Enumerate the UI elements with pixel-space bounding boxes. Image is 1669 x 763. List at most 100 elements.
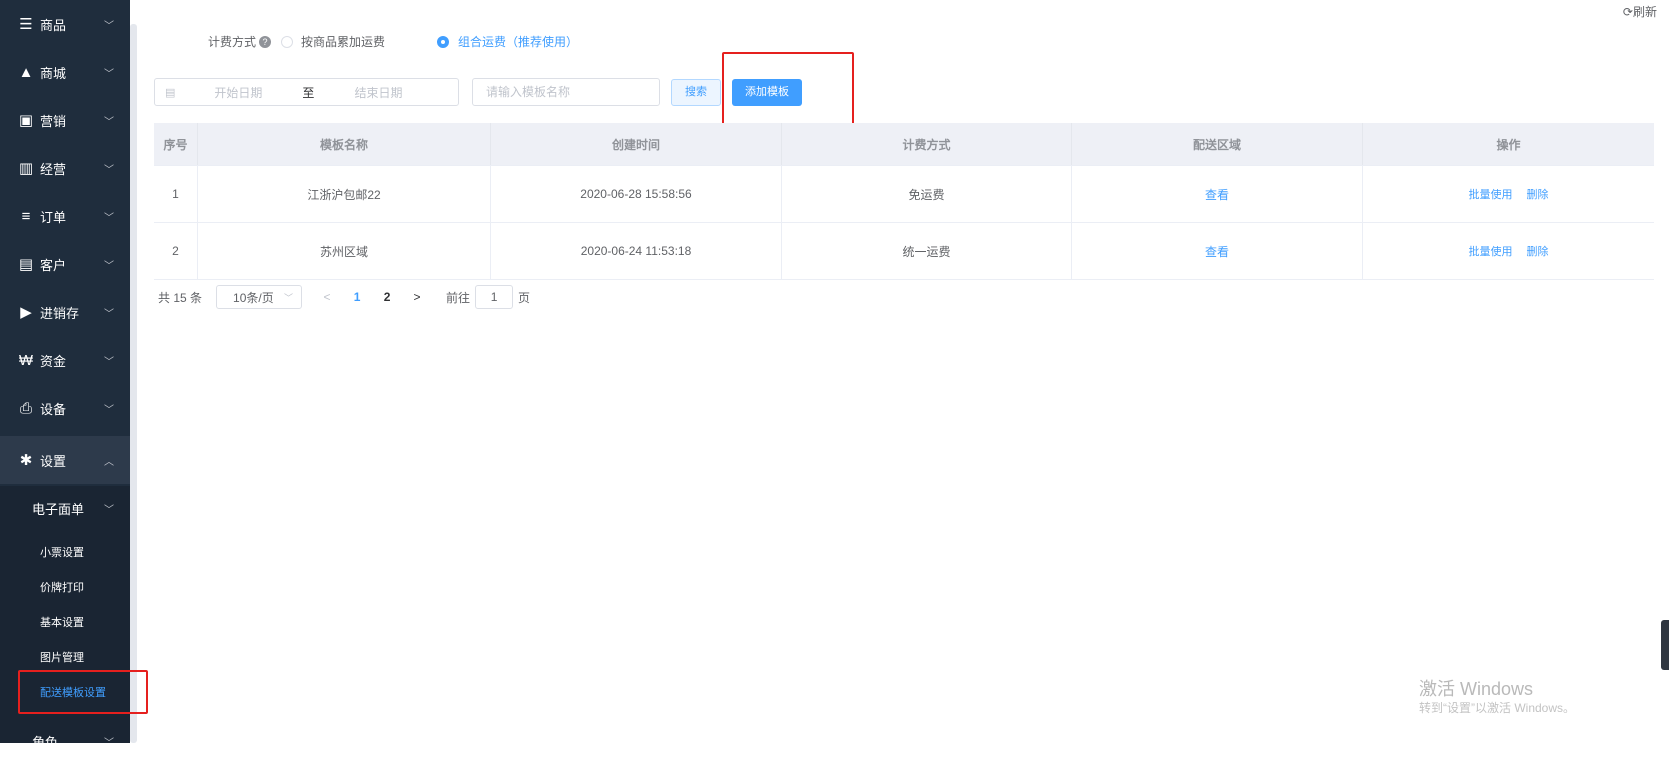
view-area-link[interactable]: 查看 [1205,186,1229,203]
batch-use-link[interactable]: 批量使用 [1469,186,1513,202]
start-date-input[interactable]: 开始日期 [214,84,262,101]
chevron-down-icon: ﹀ [104,308,114,320]
template-name-input[interactable] [472,78,660,106]
won-icon: ₩ [18,351,34,369]
actions-cell: 批量使用 删除 [1363,166,1654,222]
sidebar-item-label: 经营 [40,161,67,177]
sidebar-item-label: 设备 [40,401,67,417]
radio-combined-fee-label[interactable]: 组合运费（推荐使用） [458,33,578,50]
chevron-down-icon: ﹀ [104,68,114,80]
created-time: 2020-06-28 15:58:56 [491,166,782,222]
help-icon[interactable]: ? [259,35,272,48]
actions-cell: 批量使用 删除 [1363,223,1654,279]
goto-page-input[interactable] [475,285,514,309]
chevron-down-icon: ﹀ [104,737,114,749]
fee-mode: 统一运费 [782,223,1072,279]
sidebar-item-inventory[interactable]: ▶ 进销存 ﹀ [0,288,130,336]
chevron-down-icon: ﹀ [104,504,114,516]
submenu-item-basic-settings[interactable]: 基本设置 [40,614,84,630]
radio-accumulate-fee[interactable] [281,35,294,48]
submenu-item-image-management[interactable]: 图片管理 [40,649,84,665]
goto-label: 前往 [446,290,471,305]
id-card-icon: ▤ [18,256,34,273]
printer-icon: ⎙ [19,399,32,417]
submenu-group-label: 电子面单 [32,501,85,517]
chevron-down-icon: ﹀ [104,20,114,32]
sidebar-item-label: 营销 [40,113,67,129]
fee-mode-label: 计费方式 [208,35,257,49]
end-date-input[interactable]: 结束日期 [354,84,402,101]
chevron-down-icon: ﹀ [104,356,114,368]
date-range-picker[interactable]: ▤ 开始日期 至 结束日期 [154,78,459,106]
refresh-label: 刷新 [1632,5,1657,19]
sidebar-item-customers[interactable]: ▤ 客户 ﹀ [0,240,130,288]
table-header: 序号 模板名称 创建时间 计费方式 配送区域 操作 [154,123,1654,166]
sidebar-item-marketing[interactable]: ▣ 营销 ﹀ [0,96,130,144]
side-handle[interactable] [1661,620,1669,670]
sidebar-item-label: 资金 [40,353,67,369]
sidebar-item-settings[interactable]: ✱ 设置 ︿ [0,436,130,484]
column-header: 操作 [1496,137,1521,152]
prev-page-button[interactable]: < [312,290,342,304]
sidebar-item-funds[interactable]: ₩ 资金 ﹀ [0,336,130,384]
fee-mode: 免运费 [782,166,1072,222]
gear-icon: ✱ [19,452,33,469]
sidebar-item-label: 订单 [40,209,67,225]
gift-icon: ▣ [18,112,34,129]
submenu-item-receipt-settings[interactable]: 小票设置 [40,544,84,560]
template-name: 江浙沪包邮22 [198,166,491,222]
column-header: 创建时间 [491,123,782,165]
highlight-box-add-button [722,52,854,127]
sidebar-item-goods[interactable]: ☰ 商品 ﹀ [0,0,130,48]
windows-activation-hint: 转到“设置”以激活 Windows。 [1419,701,1576,715]
highlight-box-submenu [18,670,148,714]
template-name: 苏州区域 [198,223,491,279]
column-header: 配送区域 [1072,123,1363,165]
template-table: 序号 模板名称 创建时间 计费方式 配送区域 操作 1 江浙沪包邮22 2020… [154,123,1654,280]
search-button[interactable]: 搜索 [671,79,721,106]
page-size-select[interactable]: 10条/页 ﹀ [216,285,303,309]
sidebar-item-operations[interactable]: ▥ 经营 ﹀ [0,144,130,192]
date-range-separator: 至 [302,85,315,100]
refresh-button[interactable]: ⟳刷新 [1623,3,1657,20]
batch-use-link[interactable]: 批量使用 [1469,243,1513,259]
delete-link[interactable]: 删除 [1527,243,1549,259]
chevron-down-icon: ﹀ [104,260,114,272]
sidebar-item-mall[interactable]: ▲ 商城 ﹀ [0,48,130,96]
column-header: 计费方式 [782,123,1072,165]
list-icon: ≡ [21,207,31,225]
row-number: 1 [154,166,198,222]
submenu-item-price-tag-print[interactable]: 价牌打印 [40,579,84,595]
radio-combined-fee[interactable] [437,35,450,48]
total-count: 共 15 条 [158,290,203,305]
page-2[interactable]: 2 [372,290,402,304]
shopping-bag-icon: ▲ [18,63,34,81]
row-number: 2 [154,223,198,279]
sidebar-item-label: 商品 [40,17,67,33]
sidebar: ☰ 商品 ﹀ ▲ 商城 ﹀ ▣ 营销 ﹀ ▥ 经营 ﹀ ≡ 订单 ﹀ ▤ 客户 … [0,0,130,750]
menu-icon: ☰ [19,16,33,33]
sidebar-item-label: 角色 [32,734,59,750]
sidebar-item-label: 客户 [40,257,67,273]
submenu-group-e-waybill[interactable]: 电子面单 ﹀ [0,486,130,530]
chevron-down-icon: ﹀ [104,212,114,224]
next-page-button[interactable]: > [402,290,432,304]
sidebar-item-label: 进销存 [40,305,80,321]
page-unit-label: 页 [518,290,531,305]
bar-chart-icon: ▥ [18,160,34,177]
sidebar-item-roles[interactable]: 角色 ﹀ [0,719,130,763]
table-row: 1 江浙沪包邮22 2020-06-28 15:58:56 免运费 查看 批量使… [154,166,1654,223]
sidebar-scrollbar[interactable] [130,24,137,743]
truck-icon: ▶ [20,304,32,321]
pagination: 共 15 条 10条/页 ﹀ < 1 2 > 前往 页 [158,283,530,311]
delete-link[interactable]: 删除 [1527,186,1549,202]
page-1[interactable]: 1 [342,290,372,304]
chevron-down-icon: ﹀ [284,292,294,303]
radio-accumulate-fee-label[interactable]: 按商品累加运费 [301,33,385,50]
fee-mode-group: 计费方式 ? 按商品累加运费 组合运费（推荐使用） [208,33,578,50]
sidebar-item-devices[interactable]: ⎙ 设备 ﹀ [0,384,130,432]
sidebar-item-orders[interactable]: ≡ 订单 ﹀ [0,192,130,240]
calendar-icon: ▤ [165,86,176,99]
view-area-link[interactable]: 查看 [1205,243,1229,260]
sidebar-item-label: 设置 [40,453,67,469]
